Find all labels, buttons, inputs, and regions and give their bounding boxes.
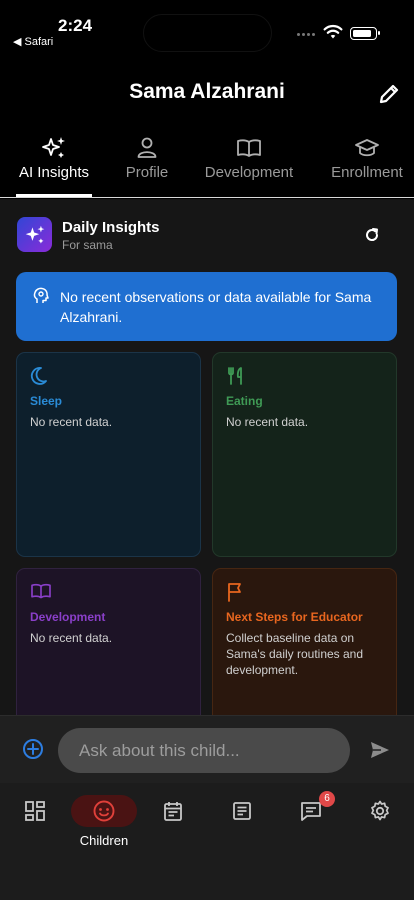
ask-input[interactable]	[58, 728, 350, 773]
card-body: Collect baseline data on Sama's daily ro…	[226, 631, 364, 677]
flag-icon	[228, 583, 241, 602]
add-circle-icon[interactable]	[21, 737, 45, 761]
card-title: Eating	[226, 394, 263, 408]
moon-icon	[30, 367, 47, 385]
card-body: No recent data.	[30, 631, 113, 645]
daily-insights-title: Daily Insights	[62, 219, 160, 236]
document-icon	[233, 802, 251, 820]
card-body: No recent data.	[226, 415, 309, 429]
tab-profile[interactable]: Profile	[116, 130, 178, 196]
no-data-banner: No recent observations or data available…	[16, 272, 397, 341]
app-header: Sama Alzahrani	[0, 70, 414, 118]
tab-label: AI Insights	[18, 164, 90, 181]
nav-settings[interactable]	[345, 795, 414, 827]
nav-children[interactable]: Children	[69, 795, 139, 848]
wifi-icon	[323, 24, 343, 39]
unread-badge: 6	[319, 791, 335, 807]
nav-dashboard[interactable]	[0, 795, 70, 827]
insights-panel: Daily Insights For sama No recent observ…	[0, 199, 414, 715]
dynamic-island	[143, 14, 272, 52]
card-body: No recent data.	[30, 415, 113, 429]
banner-message: No recent observations or data available…	[60, 289, 372, 325]
nav-reports[interactable]	[207, 795, 277, 827]
signal-icon	[297, 33, 315, 36]
fork-knife-icon	[228, 367, 242, 385]
sleep-card[interactable]: Sleep No recent data.	[16, 352, 201, 557]
next-steps-card[interactable]: Next Steps for Educator Collect baseline…	[212, 568, 397, 715]
card-title: Development	[30, 610, 106, 624]
gear-icon	[371, 800, 389, 821]
nav-calendar[interactable]	[138, 795, 208, 827]
card-title: Next Steps for Educator	[226, 610, 363, 624]
development-card[interactable]: Development No recent data.	[16, 568, 201, 715]
nav-label: Children	[79, 833, 129, 848]
status-time: 2:24	[58, 16, 93, 35]
card-title: Sleep	[30, 394, 63, 408]
refresh-icon[interactable]	[362, 225, 382, 245]
tab-label: Development	[204, 164, 294, 181]
sparkles-icon	[42, 137, 65, 158]
person-icon	[137, 137, 157, 158]
tab-development[interactable]: Development	[200, 130, 298, 196]
page-title: Sama Alzahrani	[129, 80, 285, 103]
nav-messages[interactable]: 6	[276, 791, 346, 827]
edit-pencil-icon[interactable]	[376, 81, 402, 107]
tab-label: Profile	[125, 164, 169, 181]
tab-ai-insights[interactable]: AI Insights	[16, 130, 92, 197]
eating-card[interactable]: Eating No recent data.	[212, 352, 397, 557]
daily-insights-subtitle: For sama	[62, 238, 113, 252]
calendar-icon	[164, 802, 182, 821]
back-to-safari[interactable]: ◀ Safari	[13, 35, 53, 48]
ask-bar	[0, 715, 414, 783]
battery-icon	[350, 27, 380, 40]
open-book-icon	[31, 583, 51, 599]
dashboard-icon	[25, 801, 45, 821]
tab-enrollment[interactable]: Enrollment	[326, 130, 408, 196]
open-book-icon	[237, 139, 261, 157]
daily-insights-header: Daily Insights For sama	[17, 217, 397, 253]
tab-label: Enrollment	[331, 164, 403, 181]
graduation-cap-icon	[355, 139, 379, 157]
sparkles-icon	[17, 217, 52, 252]
status-bar: 2:24 ◀ Safari	[0, 0, 414, 60]
send-icon[interactable]	[369, 740, 391, 760]
tab-bar: AI Insights Profile Development Enrollme…	[0, 130, 414, 198]
brain-head-icon	[33, 287, 49, 303]
bottom-nav: Children 6	[0, 783, 414, 900]
child-face-icon	[93, 800, 115, 822]
